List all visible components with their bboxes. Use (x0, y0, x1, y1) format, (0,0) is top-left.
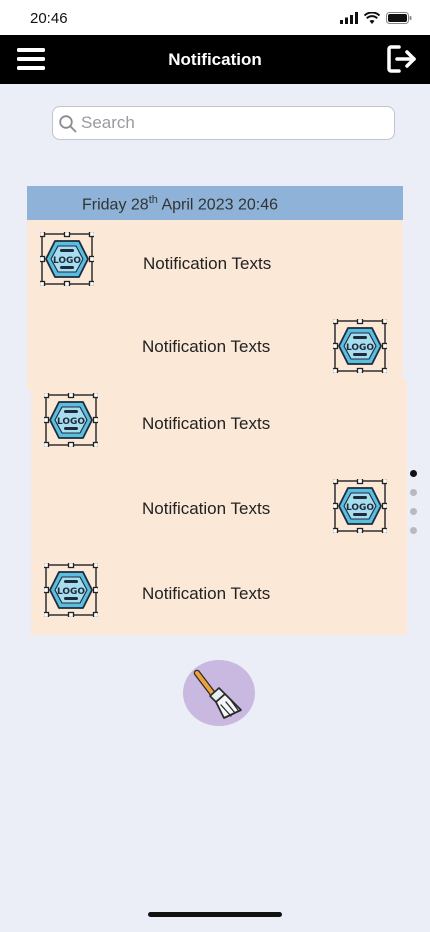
svg-text:LOGO: LOGO (53, 256, 81, 266)
status-bar: 20:46 (0, 0, 430, 35)
svg-text:LOGO: LOGO (57, 417, 85, 427)
search-bar[interactable] (52, 106, 395, 140)
status-time: 20:46 (30, 10, 68, 27)
cellular-signal-icon (340, 12, 358, 24)
logo-icon: LOGO (331, 317, 389, 375)
date-header: Friday 28th April 2023 20:46 (27, 186, 403, 220)
clear-notifications-button[interactable] (183, 660, 255, 726)
notification-item[interactable]: Notification Texts LOGO (27, 317, 403, 378)
logo-icon: LOGO (331, 477, 389, 535)
page-dot-active[interactable] (410, 470, 417, 477)
svg-text:LOGO: LOGO (346, 343, 374, 353)
broom-icon (193, 669, 242, 719)
page-dot[interactable] (410, 527, 417, 534)
notification-text: Notification Texts (143, 254, 272, 273)
home-indicator[interactable] (148, 912, 282, 917)
search-icon (59, 115, 77, 133)
logout-icon (387, 45, 416, 73)
notification-item[interactable]: Notification Texts LOGO (31, 477, 407, 538)
logo-icon: LOGO (42, 561, 100, 619)
logo-icon: LOGO (38, 230, 96, 288)
page-title: Notification (168, 50, 262, 69)
search-input[interactable] (81, 107, 381, 139)
notification-item[interactable]: LOGO Notification Texts (31, 561, 407, 622)
notification-item[interactable]: LOGO Notification Texts (27, 230, 403, 292)
notification-text: Notification Texts (142, 499, 271, 518)
date-text: Friday 28th April 2023 20:46 (82, 194, 278, 214)
date-ordinal: th (148, 194, 158, 206)
svg-text:LOGO: LOGO (57, 587, 85, 597)
logout-button[interactable] (386, 44, 418, 74)
notification-text: Notification Texts (142, 337, 271, 356)
page-indicator[interactable] (410, 470, 422, 546)
status-icons (340, 12, 412, 24)
page-dot[interactable] (410, 489, 417, 496)
svg-text:LOGO: LOGO (346, 503, 374, 513)
notification-item[interactable]: LOGO Notification Texts (31, 391, 407, 452)
page-dot[interactable] (410, 508, 417, 515)
logo-icon: LOGO (42, 391, 100, 449)
wifi-icon (364, 12, 380, 24)
app-header: Notification (0, 35, 430, 84)
date-day: Friday 28 (82, 196, 149, 214)
battery-icon (386, 12, 412, 24)
notification-text: Notification Texts (142, 584, 271, 603)
notification-text: Notification Texts (142, 414, 271, 433)
date-rest: April 2023 20:46 (157, 196, 278, 214)
